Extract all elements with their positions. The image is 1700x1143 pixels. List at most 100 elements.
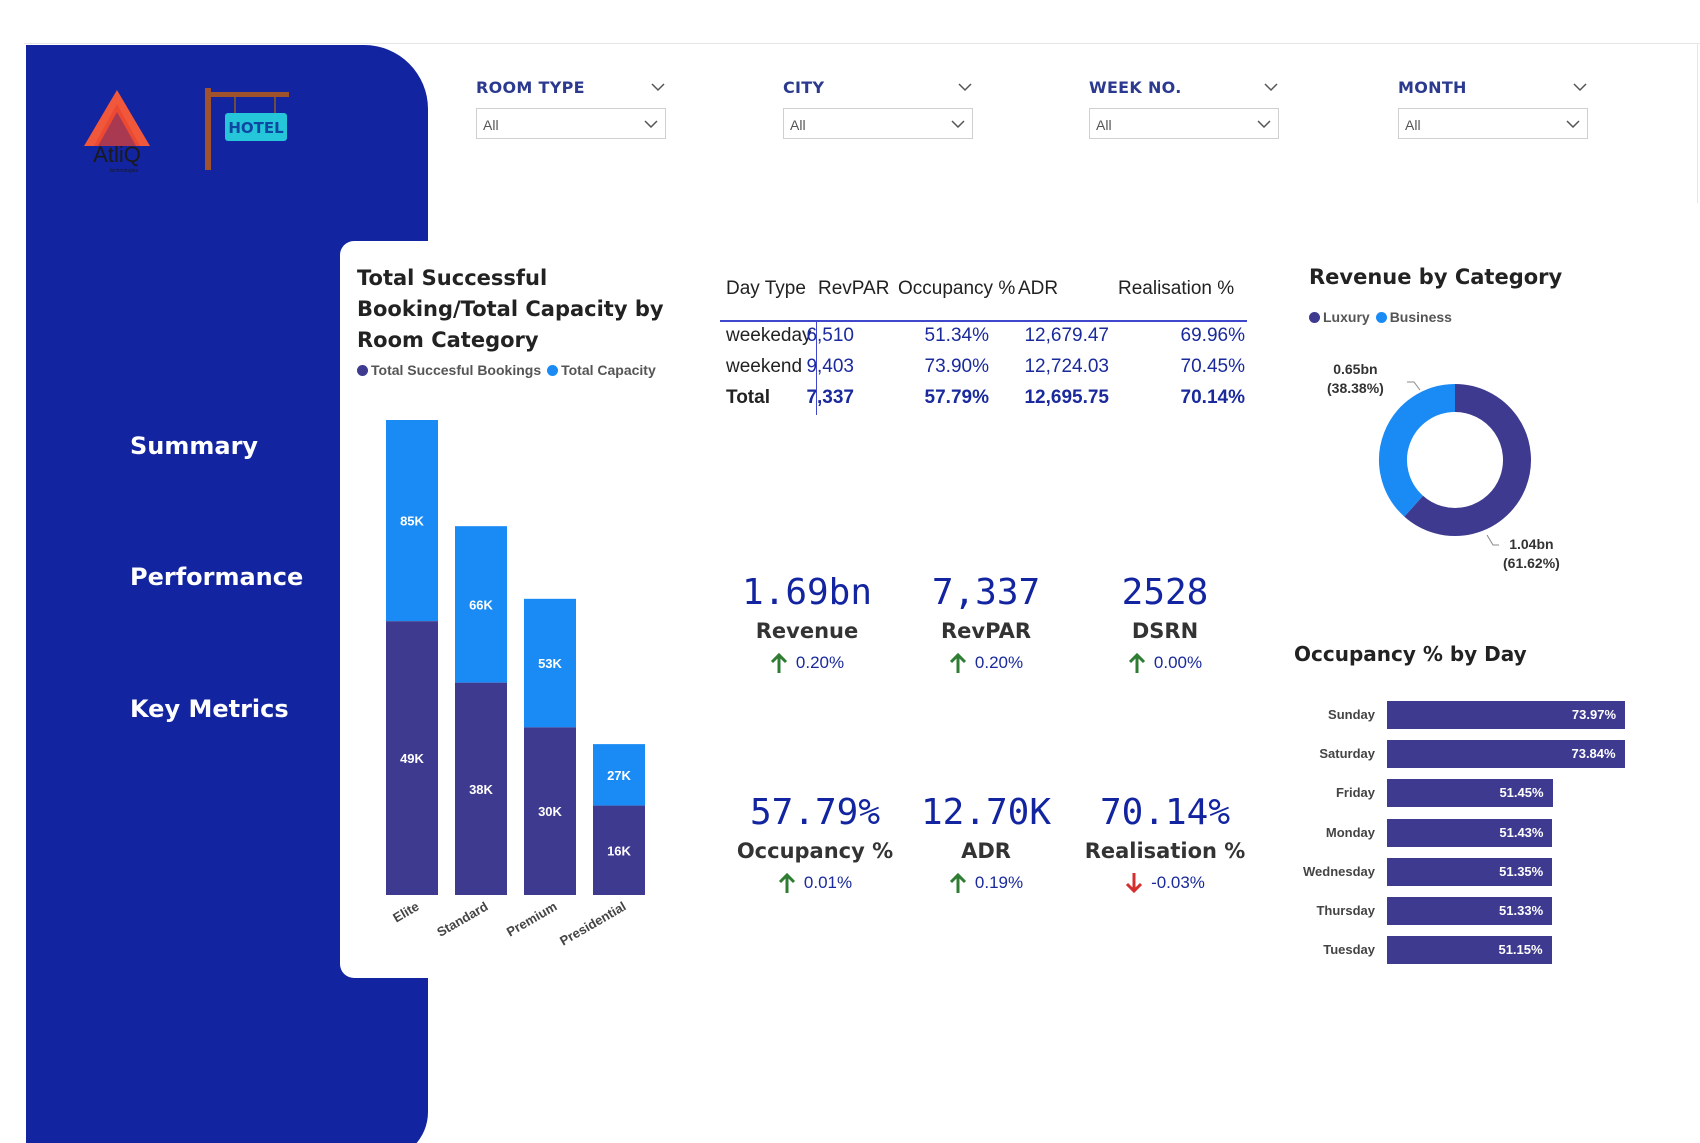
table-total-adr: 12,695.75 — [1024, 387, 1109, 408]
donut-label-luxury: 1.04bn (61.62%) — [1503, 535, 1560, 573]
revenue-label: Revenue — [755, 619, 859, 643]
nav-key-metrics[interactable]: Key Metrics — [130, 695, 289, 723]
room-type-value: All — [483, 117, 499, 133]
table-header-revpar: RevPAR — [818, 278, 890, 299]
day-axis-label: Thursday — [1316, 903, 1375, 918]
revenue-card: 1.69bn Revenue 0.20% — [722, 572, 892, 674]
legend-item-business: Business — [1375, 309, 1452, 325]
legend-dot-icon — [357, 364, 368, 376]
day-occupancy-data-label: 73.84% — [1571, 746, 1616, 762]
x-axis-tick-label: Elite — [390, 899, 421, 926]
table-total-revpar: 7,337 — [806, 387, 854, 408]
month-value: All — [1405, 117, 1421, 133]
chevron-down-icon — [951, 120, 965, 129]
realisation-card: 70.14% Realisation % -0.03% — [1080, 792, 1250, 894]
hotel-sign-text: HOTEL — [228, 119, 284, 137]
table-header-adr: ADR — [1018, 278, 1059, 299]
week-no-slicer-title: WEEK NO. — [1089, 78, 1182, 97]
right-divider — [1697, 43, 1698, 203]
day-axis-label: Sunday — [1328, 707, 1375, 722]
day-occupancy-data-label: 51.45% — [1499, 785, 1544, 801]
table-cell-realisation: 69.96% — [1180, 325, 1245, 346]
month-slicer: MONTH All — [1398, 78, 1588, 139]
occupancy-delta-text: 0.01% — [803, 873, 853, 892]
dsrn-delta-text: 0.00% — [1153, 653, 1203, 672]
table-header-day-type: Day Type — [726, 278, 806, 299]
room-type-slicer: ROOM TYPE All — [476, 78, 666, 139]
bookings-data-label: 38K — [469, 782, 493, 797]
table-cell-occupancy: 73.90% — [924, 356, 989, 377]
chevron-down-icon[interactable] — [650, 81, 666, 93]
occupancy-card: 57.79% Occupancy % 0.01% — [730, 792, 900, 894]
arrow-up-icon — [1128, 652, 1145, 673]
table-total-occupancy: 57.79% — [924, 387, 989, 408]
dsrn-value: 2528 — [1121, 572, 1209, 613]
donut-label-business-value: 0.65bn — [1333, 361, 1378, 377]
realisation-value: 70.14% — [1099, 792, 1231, 833]
table-cell-adr: 12,679.47 — [1024, 325, 1109, 346]
chevron-down-icon[interactable] — [957, 81, 973, 93]
revpar-card: 7,337 RevPAR 0.20% — [901, 572, 1071, 674]
revpar-label: RevPAR — [941, 619, 1031, 643]
donut-label-business: 0.65bn (38.38%) — [1327, 360, 1384, 398]
adr-card: 12.70K ADR 0.19% — [901, 792, 1071, 894]
room-category-bar-chart: 85K 49K Elite 66K 38K Standard 53K 30K Premium 27… — [386, 420, 645, 949]
donut-title: Revenue by Category — [1309, 265, 1563, 289]
city-dropdown[interactable]: All — [783, 108, 973, 139]
chevron-down-icon[interactable] — [1572, 81, 1588, 93]
nav-summary[interactable]: Summary — [130, 432, 258, 460]
day-occupancy-data-label: 51.43% — [1499, 824, 1544, 840]
revpar-value: 7,337 — [931, 572, 1041, 613]
chevron-down-icon — [1257, 120, 1271, 129]
chevron-down-icon — [644, 120, 658, 129]
x-axis-tick-label: Presidential — [557, 899, 628, 949]
adr-delta-text: 0.19% — [974, 873, 1024, 892]
table-cell-day-type: weekeday — [726, 325, 812, 346]
table-cell-realisation: 70.45% — [1180, 356, 1245, 377]
occupancy-value: 57.79% — [749, 792, 881, 833]
table-cell-occupancy: 51.34% — [924, 325, 989, 346]
table-cell-revpar: 6,510 — [806, 325, 854, 346]
realisation-label: Realisation % — [1084, 839, 1246, 863]
table-cell-day-type: weekend — [726, 356, 803, 377]
week-no-dropdown[interactable]: All — [1089, 108, 1279, 139]
legend-item-capacity: Total Capacity — [547, 362, 656, 378]
arrow-up-icon — [778, 872, 795, 893]
bookings-data-label: 16K — [607, 843, 631, 858]
table-row: weekend 9,403 73.90% 12,724.03 70.45% — [720, 356, 1245, 387]
city-slicer: CITY All — [783, 78, 973, 139]
realisation-delta-text: -0.03% — [1151, 873, 1205, 892]
legend-item-luxury: Luxury — [1309, 309, 1370, 325]
dsrn-delta: 0.00% — [1080, 652, 1250, 674]
table-column-divider — [816, 322, 817, 415]
chevron-down-icon[interactable] — [1263, 81, 1279, 93]
revpar-delta: 0.20% — [901, 652, 1071, 674]
week-no-slicer: WEEK NO. All — [1089, 78, 1279, 139]
donut-legend: Luxury Business — [1309, 309, 1458, 325]
day-occupancy-data-label: 51.15% — [1498, 942, 1543, 958]
table-header-row: Day Type RevPAR Occupancy % ADR Realisat… — [720, 278, 1245, 309]
adr-label: ADR — [961, 839, 1011, 863]
day-axis-label: Friday — [1335, 785, 1375, 801]
room-type-dropdown[interactable]: All — [476, 108, 666, 139]
revenue-value: 1.69bn — [741, 572, 873, 613]
chevron-down-icon — [1566, 120, 1580, 129]
hotel-sign-logo: HOTEL — [205, 88, 289, 170]
occupancy-by-day-chart: Sunday 73.97% Saturday 73.84% Friday 51.45% Mo… — [1280, 695, 1700, 965]
table-cell-adr: 12,724.03 — [1024, 356, 1109, 377]
donut-label-luxury-value: 1.04bn — [1509, 536, 1554, 552]
month-dropdown[interactable]: All — [1398, 108, 1588, 139]
atliq-logo-subtext: technologies — [110, 168, 139, 174]
nav-performance[interactable]: Performance — [130, 563, 303, 591]
table-cell-revpar: 9,403 — [806, 356, 854, 377]
legend-label-business: Business — [1389, 309, 1452, 325]
city-value: All — [790, 117, 806, 133]
dsrn-label: DSRN — [1131, 619, 1199, 643]
donut-label-luxury-pct: (61.62%) — [1503, 555, 1560, 571]
top-divider — [24, 43, 1700, 44]
day-type-table: Day Type RevPAR Occupancy % ADR Realisat… — [720, 278, 1245, 418]
legend-label-capacity: Total Capacity — [561, 362, 656, 378]
table-header-divider — [720, 320, 1247, 322]
bookings-data-label: 30K — [538, 804, 562, 819]
table-total-row: Total 7,337 57.79% 12,695.75 70.14% — [720, 387, 1245, 418]
